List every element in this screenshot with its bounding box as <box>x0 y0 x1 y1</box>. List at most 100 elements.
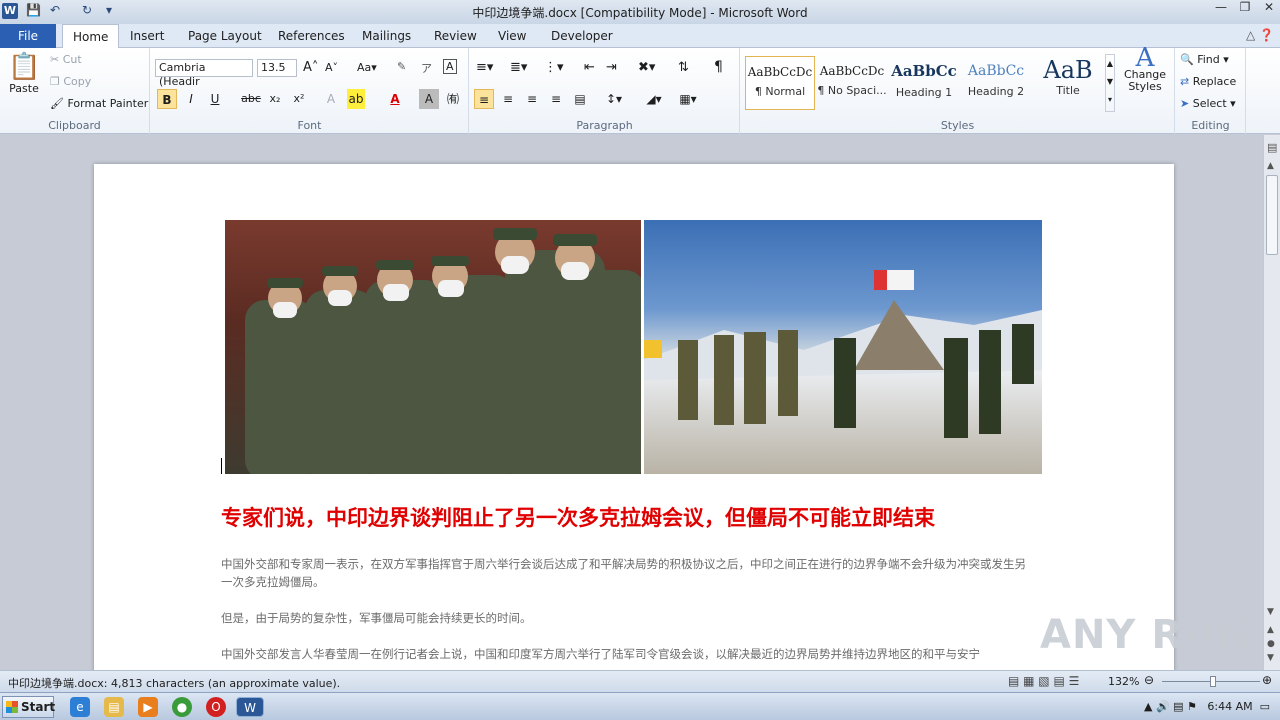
ruler-toggle-icon[interactable]: ▤ <box>1267 141 1277 154</box>
asian-layout-icon[interactable]: ✖▾ <box>638 60 655 75</box>
restore-button[interactable]: ❐ <box>1234 0 1256 18</box>
underline-button[interactable]: U <box>205 89 225 109</box>
explorer-icon[interactable]: ▤ <box>104 697 124 717</box>
character-border-icon[interactable]: A <box>443 59 457 74</box>
style-title[interactable]: AaB Title <box>1033 56 1103 110</box>
align-left-icon[interactable]: ≡ <box>474 89 494 109</box>
numbering-icon[interactable]: ≣▾ <box>510 60 527 75</box>
zoom-out-icon[interactable]: ⊖ <box>1144 673 1154 687</box>
scissors-icon: ✂ <box>50 53 60 66</box>
style-heading-1[interactable]: AaBbCc Heading 1 <box>889 56 959 110</box>
grow-font-icon[interactable]: A˄ <box>303 60 318 75</box>
opera-icon[interactable]: O <box>206 697 226 717</box>
system-tray[interactable]: ▲ 🔊 ▤ ⚑ 6:44 AM ▭ <box>1144 700 1270 713</box>
enclose-characters-icon[interactable]: ㈲ <box>443 89 463 109</box>
tab-home[interactable]: Home <box>62 24 120 49</box>
show-formatting-icon[interactable]: ¶ <box>714 59 723 75</box>
superscript-button[interactable]: x² <box>289 89 309 109</box>
change-case-icon[interactable]: Aa▾ <box>357 61 377 74</box>
scroll-up-icon[interactable]: ▲ <box>1267 161 1274 171</box>
tab-references[interactable]: References <box>268 24 355 48</box>
clear-formatting-icon[interactable]: ✎ <box>397 60 406 73</box>
paste-button[interactable]: 📋 Paste <box>8 52 40 95</box>
help-icon[interactable]: △ ❓ <box>1246 28 1274 42</box>
chrome-icon[interactable]: ● <box>172 697 192 717</box>
increase-indent-icon[interactable]: ⇥ <box>606 60 617 75</box>
vertical-scrollbar[interactable]: ▤ ▲ ▼ ▲ ● ▼ <box>1263 135 1280 670</box>
editing-group: 🔍 Find ▾ ⇄ Replace ➤ Select ▾ Editing <box>1176 48 1246 134</box>
replace-button[interactable]: ⇄ Replace <box>1180 75 1236 88</box>
change-styles-button[interactable]: A Change Styles <box>1121 45 1169 93</box>
sort-icon[interactable]: ⇅ <box>678 60 689 75</box>
binoculars-icon: 🔍 <box>1180 53 1194 66</box>
distributed-icon[interactable]: ▤ <box>570 89 590 109</box>
tab-mailings[interactable]: Mailings <box>352 24 421 48</box>
close-button[interactable]: ✕ <box>1258 0 1280 18</box>
align-right-icon[interactable]: ≡ <box>522 89 542 109</box>
multilevel-list-icon[interactable]: ⋮▾ <box>544 60 564 75</box>
tab-insert[interactable]: Insert <box>120 24 174 48</box>
zoom-level[interactable]: 132% <box>1108 675 1139 688</box>
decrease-indent-icon[interactable]: ⇤ <box>584 60 595 75</box>
shrink-font-icon[interactable]: A˅ <box>325 61 338 74</box>
phonetic-guide-icon[interactable]: ア <box>421 60 432 76</box>
style-normal[interactable]: AaBbCcDc ¶ Normal <box>745 56 815 110</box>
ie-icon[interactable]: e <box>70 697 90 717</box>
soldiers-photo[interactable] <box>225 220 641 474</box>
strikethrough-button[interactable]: abc <box>241 89 261 109</box>
scroll-thumb[interactable] <box>1266 175 1278 255</box>
taskbar: Start e ▤ ▶ ● O W ▲ 🔊 ▤ ⚑ 6:44 AM ▭ <box>0 692 1280 720</box>
anyrun-watermark: ANY RUN <box>1040 612 1252 658</box>
shading-icon[interactable]: ◢▾ <box>644 89 664 109</box>
start-button[interactable]: Start <box>2 696 55 718</box>
styles-gallery-scroll[interactable]: ▲ ▼ ▾ <box>1105 54 1115 112</box>
zoom-slider-thumb[interactable] <box>1210 676 1216 687</box>
bold-button[interactable]: B <box>157 89 177 109</box>
article-paragraph-3[interactable]: 中国外交部发言人华春莹周一在例行记者会上说，中国和印度军方周六举行了陆军司令官级… <box>221 645 1041 663</box>
align-center-icon[interactable]: ≡ <box>498 89 518 109</box>
browse-object-icon[interactable]: ● <box>1267 639 1275 649</box>
cursor-icon: ➤ <box>1180 97 1190 110</box>
borders-icon[interactable]: ▦▾ <box>678 89 698 109</box>
italic-button[interactable]: I <box>181 89 201 109</box>
justify-icon[interactable]: ≡ <box>546 89 566 109</box>
tab-page-layout[interactable]: Page Layout <box>178 24 272 48</box>
media-player-icon[interactable]: ▶ <box>138 697 158 717</box>
format-painter-button[interactable]: 🖌 Format Painter <box>50 97 148 110</box>
article-paragraph-2[interactable]: 但是，由于局势的复杂性，军事僵局可能会持续更长的时间。 <box>221 609 1036 627</box>
tab-review[interactable]: Review <box>424 24 487 48</box>
character-shading-icon[interactable]: A <box>419 89 439 109</box>
window-title: 中印边境争端.docx [Compatibility Mode] - Micro… <box>472 6 808 20</box>
font-group: Cambria (Headir 13.5 A˄ A˅ Aa▾ ✎ ア A B I… <box>151 48 469 134</box>
minimize-button[interactable]: — <box>1210 0 1232 18</box>
cut-button[interactable]: ✂ Cut <box>50 53 82 66</box>
previous-page-icon[interactable]: ▲ <box>1267 625 1274 635</box>
scroll-down-icon[interactable]: ▼ <box>1267 607 1274 617</box>
select-button[interactable]: ➤ Select ▾ <box>1180 97 1236 110</box>
bullets-icon[interactable]: ≡▾ <box>476 60 493 75</box>
article-paragraph-1[interactable]: 中国外交部和专家周一表示，在双方军事指挥官于周六举行会谈后达成了和平解决局势的积… <box>221 555 1036 591</box>
status-bar: 中印边境争端.docx: 4,813 characters (an approx… <box>0 670 1280 692</box>
font-color-icon[interactable]: A <box>385 89 405 109</box>
tab-file[interactable]: File <box>0 24 56 48</box>
word-taskbar-icon[interactable]: W <box>236 697 264 717</box>
find-button[interactable]: 🔍 Find ▾ <box>1180 53 1229 66</box>
text-effects-icon[interactable]: A <box>321 89 341 109</box>
tab-developer[interactable]: Developer <box>541 24 623 48</box>
copy-button[interactable]: ❐ Copy <box>50 75 91 88</box>
article-headline[interactable]: 专家们说，中印边界谈判阻止了另一次多克拉姆会议，但僵局不可能立即结束 <box>221 502 935 532</box>
font-family-select[interactable]: Cambria (Headir <box>155 59 253 88</box>
document-page[interactable]: 专家们说，中印边界谈判阻止了另一次多克拉姆会议，但僵局不可能立即结束 中国外交部… <box>94 164 1174 670</box>
view-buttons[interactable]: ▤ ▦ ▧ ▤ ☰ <box>1008 674 1079 688</box>
border-photo[interactable] <box>644 220 1042 474</box>
tab-view[interactable]: View <box>488 24 536 48</box>
next-page-icon[interactable]: ▼ <box>1267 653 1274 663</box>
zoom-in-icon[interactable]: ⊕ <box>1262 673 1272 687</box>
style-heading-2[interactable]: AaBbCc Heading 2 <box>961 56 1031 110</box>
highlight-color-icon[interactable]: ab <box>347 89 365 109</box>
style-no-spacing[interactable]: AaBbCcDc ¶ No Spaci... <box>817 56 887 110</box>
font-label: Font <box>297 119 322 132</box>
line-spacing-icon[interactable]: ↕▾ <box>604 89 624 109</box>
font-size-select[interactable]: 13.5 <box>257 59 297 77</box>
subscript-button[interactable]: x₂ <box>265 89 285 109</box>
